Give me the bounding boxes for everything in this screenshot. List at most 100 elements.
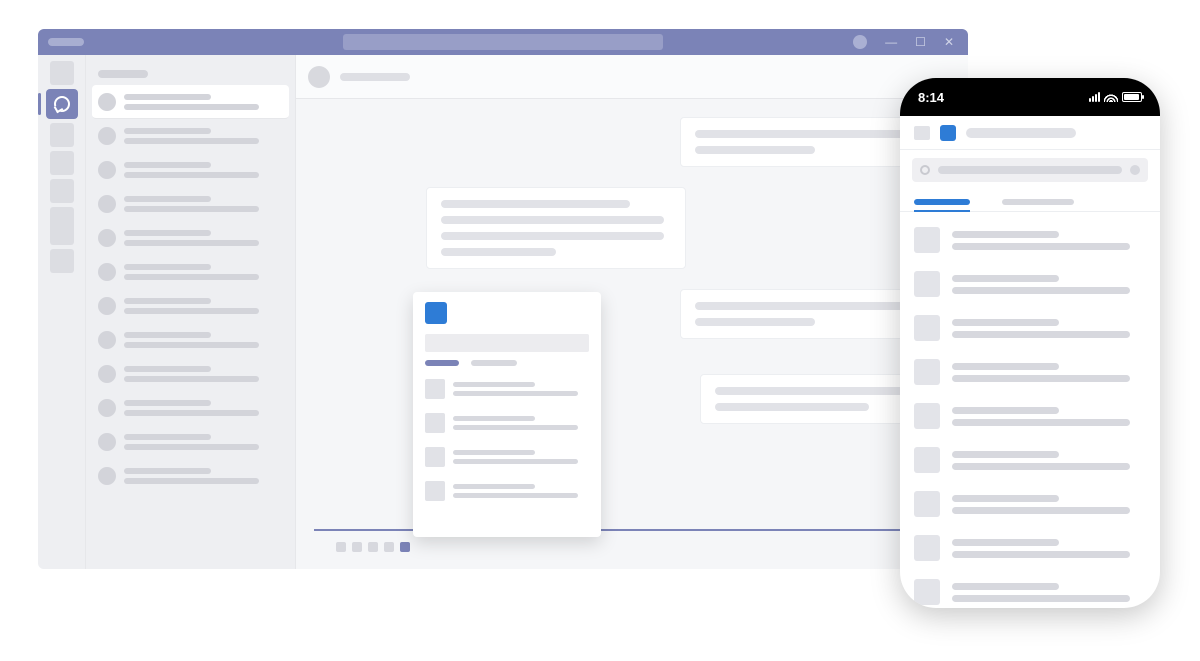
phone-tab-active[interactable] bbox=[914, 199, 970, 211]
app-name-placeholder bbox=[48, 38, 84, 46]
rail-teams[interactable] bbox=[50, 123, 74, 147]
chat-list-item[interactable] bbox=[92, 255, 289, 289]
extension-button[interactable] bbox=[336, 542, 346, 552]
chat-list-item[interactable] bbox=[92, 425, 289, 459]
chat-list-item[interactable] bbox=[92, 153, 289, 187]
rail-files[interactable] bbox=[50, 207, 74, 245]
list-thumb-icon bbox=[914, 491, 940, 517]
extension-button[interactable] bbox=[384, 542, 394, 552]
phone-list-item[interactable] bbox=[914, 350, 1146, 394]
result-thumb-icon bbox=[425, 481, 445, 501]
phone-search-input[interactable] bbox=[912, 158, 1148, 182]
avatar-icon bbox=[98, 93, 116, 111]
list-thumb-icon bbox=[914, 359, 940, 385]
chat-list-item[interactable] bbox=[92, 85, 289, 119]
window-titlebar: — ☐ ✕ bbox=[38, 29, 968, 55]
phone-list-item[interactable] bbox=[914, 438, 1146, 482]
chat-list-item[interactable] bbox=[92, 323, 289, 357]
phone-list-item[interactable] bbox=[914, 526, 1146, 570]
phone-list-item[interactable] bbox=[914, 262, 1146, 306]
avatar-icon bbox=[98, 365, 116, 383]
battery-icon bbox=[1122, 92, 1142, 102]
phone-app-header bbox=[900, 116, 1160, 150]
chat-list-item[interactable] bbox=[92, 357, 289, 391]
avatar-icon bbox=[98, 229, 116, 247]
statusbar-time: 8:14 bbox=[918, 90, 944, 105]
result-thumb-icon bbox=[425, 379, 445, 399]
rail-chat[interactable] bbox=[46, 89, 78, 119]
phone-list-item[interactable] bbox=[914, 306, 1146, 350]
profile-avatar[interactable] bbox=[853, 35, 867, 49]
rail-apps[interactable] bbox=[50, 249, 74, 273]
chat-list-item[interactable] bbox=[92, 459, 289, 493]
list-thumb-icon bbox=[914, 447, 940, 473]
avatar-icon bbox=[98, 399, 116, 417]
participant-name bbox=[340, 73, 410, 81]
phone-tabs bbox=[900, 190, 1160, 212]
app-rail bbox=[38, 55, 86, 569]
chat-list-item[interactable] bbox=[92, 119, 289, 153]
app-icon bbox=[940, 125, 956, 141]
chat-list-item[interactable] bbox=[92, 391, 289, 425]
compose-extensions bbox=[336, 542, 410, 552]
signal-icon bbox=[1089, 92, 1100, 102]
messaging-extension-popup bbox=[413, 292, 601, 537]
list-thumb-icon bbox=[914, 403, 940, 429]
list-thumb-icon bbox=[914, 579, 940, 605]
phone-statusbar: 8:14 bbox=[900, 78, 1160, 116]
phone-list-item[interactable] bbox=[914, 570, 1146, 608]
global-search-input[interactable] bbox=[343, 34, 663, 50]
compose-box[interactable] bbox=[314, 529, 950, 569]
extension-app-icon bbox=[425, 302, 447, 324]
chat-list-header bbox=[92, 63, 289, 85]
chat-list-item[interactable] bbox=[92, 289, 289, 323]
phone-list-item[interactable] bbox=[914, 218, 1146, 262]
avatar-icon bbox=[98, 433, 116, 451]
avatar-icon bbox=[98, 161, 116, 179]
search-icon bbox=[920, 165, 930, 175]
app-title bbox=[966, 128, 1076, 138]
avatar-icon bbox=[98, 127, 116, 145]
maximize-icon[interactable]: ☐ bbox=[915, 36, 926, 48]
clear-icon[interactable] bbox=[1130, 165, 1140, 175]
extension-result-item[interactable] bbox=[425, 406, 589, 440]
conversation-panel bbox=[296, 55, 968, 569]
participant-avatar-icon[interactable] bbox=[308, 66, 330, 88]
minimize-icon[interactable]: — bbox=[885, 36, 897, 48]
extension-result-item[interactable] bbox=[425, 372, 589, 406]
rail-calls[interactable] bbox=[50, 179, 74, 203]
phone-list-item[interactable] bbox=[914, 482, 1146, 526]
conversation-header bbox=[296, 55, 968, 99]
avatar-icon bbox=[98, 195, 116, 213]
avatar-icon bbox=[98, 467, 116, 485]
extension-button-active[interactable] bbox=[400, 542, 410, 552]
avatar-icon bbox=[98, 331, 116, 349]
message-list bbox=[296, 99, 968, 529]
chat-icon bbox=[54, 96, 70, 112]
extension-button[interactable] bbox=[368, 542, 378, 552]
message-incoming[interactable] bbox=[426, 187, 686, 269]
extension-search-input[interactable] bbox=[425, 334, 589, 352]
extension-tab[interactable] bbox=[471, 360, 517, 366]
chat-list bbox=[86, 55, 296, 569]
close-icon[interactable]: ✕ bbox=[944, 36, 954, 48]
extension-result-item[interactable] bbox=[425, 440, 589, 474]
list-thumb-icon bbox=[914, 315, 940, 341]
back-icon[interactable] bbox=[914, 126, 930, 140]
phone-list-item[interactable] bbox=[914, 394, 1146, 438]
extension-tab-active[interactable] bbox=[425, 360, 459, 366]
result-thumb-icon bbox=[425, 413, 445, 433]
wifi-icon bbox=[1104, 92, 1118, 102]
extension-result-item[interactable] bbox=[425, 474, 589, 508]
chat-list-item[interactable] bbox=[92, 187, 289, 221]
list-thumb-icon bbox=[914, 535, 940, 561]
list-thumb-icon bbox=[914, 227, 940, 253]
chat-list-item[interactable] bbox=[92, 221, 289, 255]
extension-button[interactable] bbox=[352, 542, 362, 552]
rail-activity[interactable] bbox=[50, 61, 74, 85]
list-thumb-icon bbox=[914, 271, 940, 297]
rail-calendar[interactable] bbox=[50, 151, 74, 175]
mobile-device: 8:14 bbox=[900, 78, 1160, 608]
avatar-icon bbox=[98, 263, 116, 281]
phone-tab[interactable] bbox=[1002, 199, 1074, 211]
